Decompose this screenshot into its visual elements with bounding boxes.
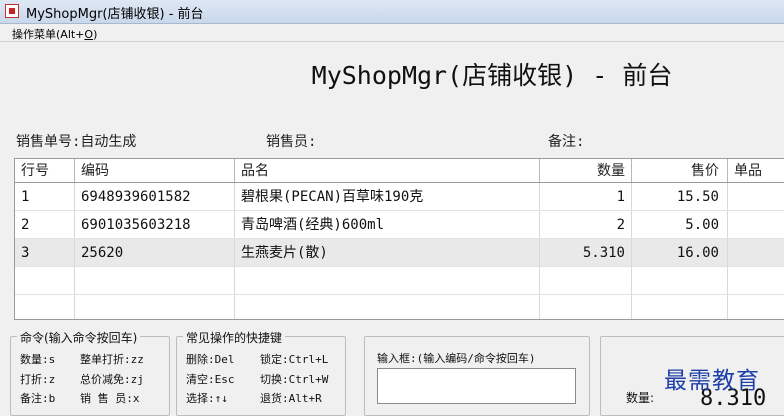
cell-unit (728, 239, 784, 266)
cell-code: 25620 (75, 239, 235, 266)
cell-line-no: 2 (15, 211, 75, 238)
cell-empty (235, 295, 540, 319)
table-row[interactable]: 2 6901035603218 青岛啤酒(经典)600ml 2 5.00 (15, 211, 784, 239)
column-header-price[interactable]: 售价 (632, 159, 728, 182)
command-order-discount: 整单打折:zz (80, 353, 144, 366)
cell-empty (728, 295, 784, 319)
shortcut-lock: 锁定:Ctrl+L (260, 353, 329, 366)
command-note: 备注:b (20, 392, 56, 405)
order-number-label: 销售单号:自动生成 (16, 134, 137, 150)
watermark-logo: 最需教育 (664, 368, 760, 394)
app-icon (5, 4, 19, 18)
cell-empty (15, 267, 75, 294)
command-qty: 数量:s (20, 353, 56, 366)
cell-qty: 1 (540, 183, 632, 210)
cell-code: 6948939601582 (75, 183, 235, 210)
cell-qty: 5.310 (540, 239, 632, 266)
salesperson-label: 销售员: (266, 134, 317, 150)
cell-code: 6901035603218 (75, 211, 235, 238)
cell-price: 15.50 (632, 183, 728, 210)
cell-unit (728, 183, 784, 210)
column-header-unit[interactable]: 单品 (728, 159, 784, 182)
window-title: MyShopMgr(店铺收银) - 前台 (26, 7, 204, 22)
cell-line-no: 3 (15, 239, 75, 266)
table-row-empty[interactable] (15, 267, 784, 295)
column-header-qty[interactable]: 数量 (540, 159, 632, 182)
cell-unit (728, 211, 784, 238)
cell-empty (235, 267, 540, 294)
cell-empty (632, 295, 728, 319)
input-label: 输入框:(输入编码/命令按回车) (377, 352, 536, 365)
shortcut-delete: 删除:Del (186, 353, 235, 366)
command-discount: 打折:z (20, 373, 56, 386)
sales-grid[interactable]: 行号 编码 品名 数量 售价 单品 1 6948939601582 碧根果(PE… (14, 158, 784, 320)
total-qty-label: 数量: (626, 391, 655, 405)
cell-price: 5.00 (632, 211, 728, 238)
table-row-selected[interactable]: 3 25620 生燕麦片(散) 5.310 16.00 (15, 239, 784, 267)
cell-empty (540, 267, 632, 294)
cell-qty: 2 (540, 211, 632, 238)
table-row-empty[interactable] (15, 295, 784, 319)
cell-empty (15, 295, 75, 319)
command-total-reduction: 总价减免:zj (80, 373, 144, 386)
column-header-code[interactable]: 编码 (75, 159, 235, 182)
cell-name: 生燕麦片(散) (235, 239, 540, 266)
cell-price: 16.00 (632, 239, 728, 266)
cell-name: 碧根果(PECAN)百草味190克 (235, 183, 540, 210)
barcode-command-input[interactable] (377, 368, 576, 404)
shortcut-clear: 清空:Esc (186, 373, 235, 386)
title-bar: MyShopMgr(店铺收银) - 前台 (0, 0, 784, 24)
cell-empty (632, 267, 728, 294)
commands-group-title: 命令(输入命令按回车) (17, 329, 141, 346)
cell-line-no: 1 (15, 183, 75, 210)
cell-empty (728, 267, 784, 294)
menu-operations[interactable]: 操作菜单(Alt+O) (12, 26, 97, 42)
table-row[interactable]: 1 6948939601582 碧根果(PECAN)百草味190克 1 15.5… (15, 183, 784, 211)
grid-header: 行号 编码 品名 数量 售价 单品 (15, 159, 784, 183)
command-salesperson: 销 售 员:x (80, 392, 140, 405)
menu-bar: 操作菜单(Alt+O) (0, 24, 784, 42)
shortcuts-group-title: 常见操作的快捷键 (183, 329, 286, 346)
note-label: 备注: (548, 134, 585, 150)
shortcut-select: 选择:↑↓ (186, 392, 228, 405)
page-title: MyShopMgr(店铺收银) - 前台 (311, 61, 673, 90)
shortcut-switch: 切换:Ctrl+W (260, 373, 329, 386)
column-header-line-no[interactable]: 行号 (15, 159, 75, 182)
cell-empty (75, 267, 235, 294)
cell-name: 青岛啤酒(经典)600ml (235, 211, 540, 238)
cell-empty (75, 295, 235, 319)
column-header-name[interactable]: 品名 (235, 159, 540, 182)
shortcut-return: 退货:Alt+R (260, 392, 322, 405)
cell-empty (540, 295, 632, 319)
